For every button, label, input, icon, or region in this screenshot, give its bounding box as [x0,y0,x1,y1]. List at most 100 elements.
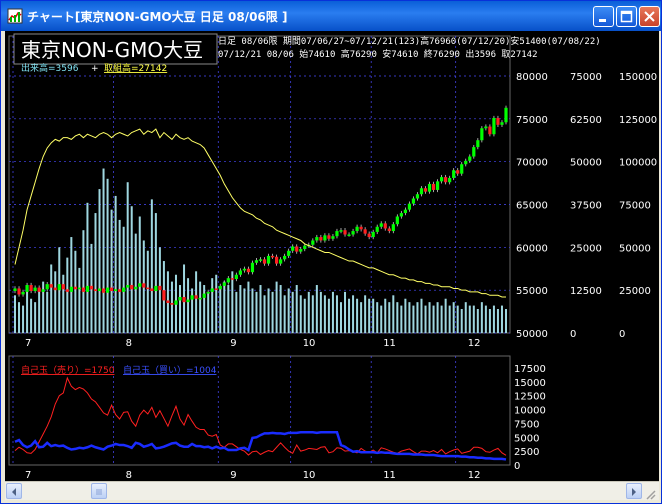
volume-bar [456,305,459,333]
candle-body [246,268,251,273]
candle-body [399,213,403,217]
volume-bar [114,195,117,333]
volume-bar [496,309,499,333]
volume-bar [396,302,399,333]
candle-body [194,295,198,299]
close-button[interactable] [639,6,660,27]
volume-bar [235,291,238,333]
candle-body [431,183,436,190]
volume-bar [98,189,101,333]
volume-bar [138,216,141,333]
volume-bar [94,213,97,333]
candle-body [500,122,504,125]
volume-bar [432,305,435,333]
volume-tick-label: 12500 [570,286,602,297]
candle-body [198,297,202,300]
chart-area[interactable]: 80000 75000 150000 75000 62500 125000 70000 500… [5,31,659,481]
volume-bar [476,309,479,333]
lower-tick-label: 15000 [514,378,546,389]
candle-body [45,284,49,290]
volume-tick-label: 62500 [570,115,602,126]
lower-tick-label: 10000 [514,406,546,417]
candle-body [279,259,283,264]
candle-body [93,289,98,292]
candle-body [331,236,335,239]
candle-body [266,255,271,264]
resize-grip-icon[interactable] [643,487,657,501]
volume-bar [122,226,125,333]
volume-bar [500,305,503,333]
candle-body [403,209,407,214]
candle-body [202,293,206,298]
candle-body [57,284,61,291]
volume-tick-label: 75000 [570,72,602,83]
candle-body [407,203,412,210]
candle-body [162,290,166,301]
price-tick-label: 65000 [516,201,548,212]
candle-body [13,288,17,292]
candle-body [166,300,170,304]
minimize-button[interactable] [593,6,614,27]
lower-tick-label: 12500 [514,392,546,403]
candle-body [274,256,279,264]
volume-bar [170,281,173,333]
candle-body [363,229,367,234]
candle-body [343,230,347,235]
candle-body [468,156,472,161]
open-interest-tick-label: 0 [619,329,625,340]
volume-bar [416,302,419,333]
candle-body [419,188,424,195]
volume-bar [335,295,338,333]
open-interest-line [14,128,506,298]
volume-bar [444,298,447,333]
lower-tick-label: 0 [514,461,520,472]
candle-body [25,285,29,292]
scroll-left-button[interactable] [6,483,22,499]
horizontal-scrollbar[interactable] [5,481,659,500]
volume-bar [311,295,314,333]
lower-month-tick-label: 8 [126,470,132,481]
candle-body [17,288,21,295]
price-tick-label: 80000 [516,72,548,83]
volume-bar [199,281,202,333]
open-interest-tick-label: 25000 [619,286,651,297]
candle-body [138,283,142,287]
volume-bar [243,288,246,333]
candle-body [158,285,162,291]
candle-body [254,260,259,263]
candle-body [126,285,130,288]
month-tick-label: 8 [126,338,132,349]
volume-bar [307,291,310,333]
candle-body [472,147,476,157]
volume-bar [392,295,395,333]
volume-bar [50,264,53,333]
candle-body [109,287,114,292]
candle-body [65,289,69,292]
title-bar[interactable]: チャート[東京NON-GMO大豆 日足 08/06限 ] [1,1,661,31]
volume-bar [388,302,391,333]
candle-body [21,291,25,295]
volume-bar [239,285,242,333]
lower-month-tick-label: 11 [383,470,396,481]
volume-bar [468,305,471,333]
close-icon [644,11,655,22]
volume-bar [424,305,427,333]
scroll-thumb[interactable] [91,483,107,499]
volume-bar [267,288,270,333]
volume-bar [195,271,198,333]
volume-bar [364,295,367,333]
candle-body [210,288,214,292]
chart-canvas[interactable]: 80000 75000 15000075000 62500 12500070000 500… [5,31,659,481]
scroll-right-button[interactable] [626,483,642,499]
volume-bar [259,285,262,333]
volume-bar [66,257,69,333]
volume-bar [380,305,383,333]
candle-body [186,299,190,303]
volume-bar [348,298,351,333]
volume-bar [344,291,347,333]
volume-bar [440,305,443,333]
chart-window: チャート[東京NON-GMO大豆 日足 08/06限 ] 80000 75000 1… [0,0,662,504]
volume-bar [484,305,487,333]
candle-body [226,278,230,283]
maximize-button[interactable] [616,6,637,27]
